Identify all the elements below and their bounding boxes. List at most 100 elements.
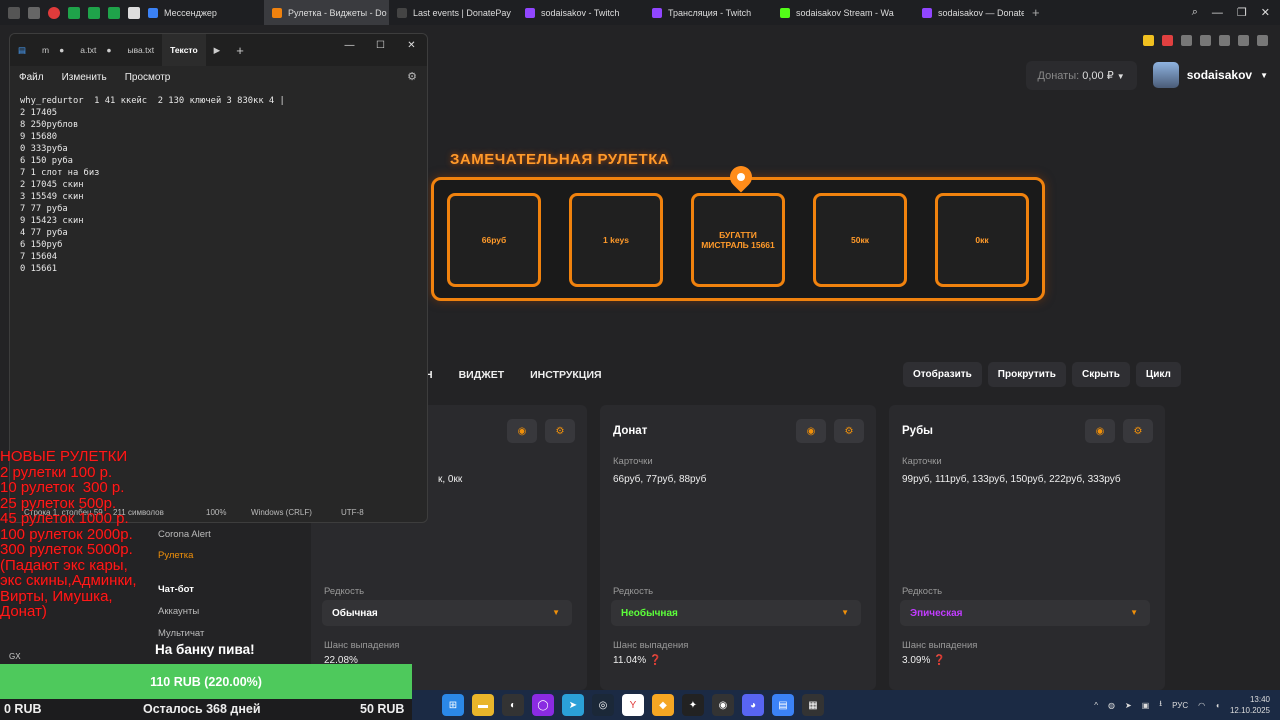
notepad-tab[interactable]: a.txt ●	[72, 34, 119, 66]
app-icon[interactable]: ◐	[502, 694, 524, 716]
goal-footer: 0 RUB Осталось 368 дней 50 RUB	[0, 700, 412, 720]
notepad-tab[interactable]: m ●	[34, 34, 72, 66]
help-icon[interactable]: ❓	[933, 655, 945, 666]
card-items: 99руб, 111руб, 133руб, 150руб, 222руб, 3…	[902, 474, 1121, 485]
extension-icon[interactable]	[1162, 34, 1173, 46]
browser-tab-messenger[interactable]: Мессенджер	[140, 0, 260, 25]
donationalerts-icon	[272, 7, 282, 18]
tab-instruction[interactable]: ИНСТРУКЦИЯ	[530, 369, 601, 381]
extension-icon[interactable]	[1181, 34, 1192, 46]
tab-widget[interactable]: ВИДЖЕТ	[459, 369, 505, 381]
download-icon[interactable]	[1238, 34, 1249, 46]
menu-icon[interactable]	[1257, 34, 1268, 46]
sheets-icon[interactable]	[108, 6, 120, 19]
map-pin-icon	[725, 161, 757, 193]
network-icon[interactable]: ◍	[1108, 701, 1115, 710]
menu-edit[interactable]: Изменить	[62, 72, 107, 83]
spin-button[interactable]: Прокрутить	[987, 362, 1066, 387]
telegram-tray-icon[interactable]: ➤	[1125, 701, 1132, 710]
menu-file[interactable]: Файл	[19, 72, 44, 83]
rarity-select[interactable]: Необычная ▼	[611, 600, 861, 626]
steam-icon[interactable]: ◎	[592, 694, 614, 716]
kick-icon	[780, 7, 790, 18]
eye-icon[interactable]: ◉	[796, 419, 826, 443]
extension-icon[interactable]	[1200, 34, 1211, 46]
restore-icon[interactable]: ❐	[1237, 6, 1247, 19]
notepad-tab[interactable]: ыва.txt	[119, 34, 162, 66]
browser-tab-kick[interactable]: sodaisakov Stream - Wa	[772, 0, 914, 25]
rarity-card-epic: Рубы ◉ ⚙ Карточки 99руб, 111руб, 133руб,…	[889, 405, 1165, 690]
sidebar-item-corona-alert[interactable]: Corona Alert	[158, 529, 211, 540]
help-icon[interactable]: ❓	[649, 655, 661, 666]
extension-icon[interactable]	[1143, 34, 1154, 46]
eye-icon[interactable]: ◉	[1085, 419, 1115, 443]
language-indicator[interactable]: РУС	[1172, 701, 1188, 710]
app-icon[interactable]: ◆	[652, 694, 674, 716]
google-icon[interactable]	[128, 6, 140, 19]
app-icon[interactable]: ✦	[682, 694, 704, 716]
app-tray-icon[interactable]: ▣	[1142, 701, 1150, 710]
browser-tab-twitch[interactable]: sodaisakov - Twitch	[517, 0, 644, 25]
tab-scroll-right-icon[interactable]: ▶	[206, 34, 229, 66]
notepad-text-area[interactable]: why_redurtor 1 41 ккейс 2 130 ключей 3 8…	[20, 95, 285, 275]
gear-icon[interactable]: ⚙	[407, 70, 417, 83]
opera-icon[interactable]	[48, 6, 60, 19]
gear-icon[interactable]: ⚙	[1123, 419, 1153, 443]
gear-icon[interactable]: ⚙	[545, 419, 575, 443]
new-tab-icon[interactable]: +	[228, 34, 252, 66]
system-tray: ^ ◍ ➤ ▣ ⭳ РУС ◠ ◖ 13:40 12.10.2025	[1094, 694, 1270, 716]
sheets-icon[interactable]	[68, 6, 80, 19]
user-menu[interactable]: sodaisakov ▼	[1152, 62, 1268, 88]
notepad-tabs: ▤ m ● a.txt ● ыва.txt Тексто ▶ + — ☐ ✕	[10, 34, 427, 66]
gear-icon[interactable]: ⚙	[834, 419, 864, 443]
twitch-icon	[525, 7, 535, 18]
maximize-icon[interactable]: ☐	[365, 34, 396, 56]
notepad-icon[interactable]: ▤	[772, 694, 794, 716]
close-icon[interactable]: ✕	[396, 34, 427, 56]
clock[interactable]: 13:40 12.10.2025	[1230, 694, 1270, 716]
browser-tab-twitch-stream[interactable]: Трансляция - Twitch	[644, 0, 772, 25]
sidebar-item-accounts[interactable]: Аккаунты	[158, 606, 199, 617]
rarity-select[interactable]: Эпическая ▼	[900, 600, 1150, 626]
app-icon[interactable]: ◯	[532, 694, 554, 716]
search-icon[interactable]: ⌕	[1192, 6, 1198, 19]
sidebar-toggle-icon[interactable]	[8, 6, 20, 19]
rarity-select[interactable]: Обычная ▼	[322, 600, 572, 626]
wifi-icon[interactable]: ◠	[1198, 701, 1205, 710]
notepad-tab-active[interactable]: Тексто	[162, 34, 206, 66]
close-icon[interactable]: ✕	[1261, 6, 1270, 19]
telegram-icon[interactable]: ➤	[562, 694, 584, 716]
download-tray-icon[interactable]: ⭳	[1159, 698, 1162, 712]
eye-icon[interactable]: ◉	[507, 419, 537, 443]
chevron-up-icon[interactable]: ^	[1094, 701, 1098, 710]
app-icon[interactable]: ▦	[802, 694, 824, 716]
hide-button[interactable]: Скрыть	[1071, 362, 1130, 387]
sidebar-item-roulette[interactable]: Рулетка	[158, 550, 193, 561]
status-encoding: UTF-8	[341, 508, 364, 517]
new-tab-icon[interactable]: +	[1032, 5, 1040, 20]
obs-icon[interactable]: ◉	[712, 694, 734, 716]
sidebar-item-multichat[interactable]: Мультичат	[158, 628, 204, 639]
extension-icon[interactable]	[1219, 34, 1230, 46]
folder-icon[interactable]: ▬	[472, 694, 494, 716]
menu-view[interactable]: Просмотр	[125, 72, 171, 83]
donations-dropdown[interactable]: Донаты: 0,00 ₽ ▼	[1025, 60, 1137, 90]
cycle-button[interactable]: Цикл	[1135, 362, 1181, 387]
sidebar-item-chatbot[interactable]: Чат-бот	[158, 584, 194, 595]
goal-start: 0 RUB	[4, 702, 42, 716]
gamepad-icon[interactable]	[28, 6, 40, 19]
start-icon[interactable]: ⊞	[442, 694, 464, 716]
volume-icon[interactable]: ◖	[1215, 701, 1220, 710]
chance-label: Шанс выпадения	[324, 640, 400, 651]
minimize-icon[interactable]: —	[1212, 7, 1223, 19]
browser-tab-donatepay[interactable]: Last events | DonatePay	[389, 0, 517, 25]
sheets-icon[interactable]	[88, 6, 100, 19]
browser-tab-donatepay-2[interactable]: sodaisakov — DonatePay	[914, 0, 1024, 25]
show-button[interactable]: Отобразить	[903, 362, 982, 387]
site-header: Донаты: 0,00 ₽ ▼ sodaisakov ▼	[430, 53, 1268, 97]
yandex-icon[interactable]: Y	[622, 694, 644, 716]
discord-icon[interactable]: ◕	[742, 694, 764, 716]
browser-tab-roulette[interactable]: Рулетка - Виджеты - Do	[264, 0, 389, 25]
minimize-icon[interactable]: —	[334, 34, 365, 56]
tab-label: Рулетка - Виджеты - Do	[288, 7, 387, 18]
